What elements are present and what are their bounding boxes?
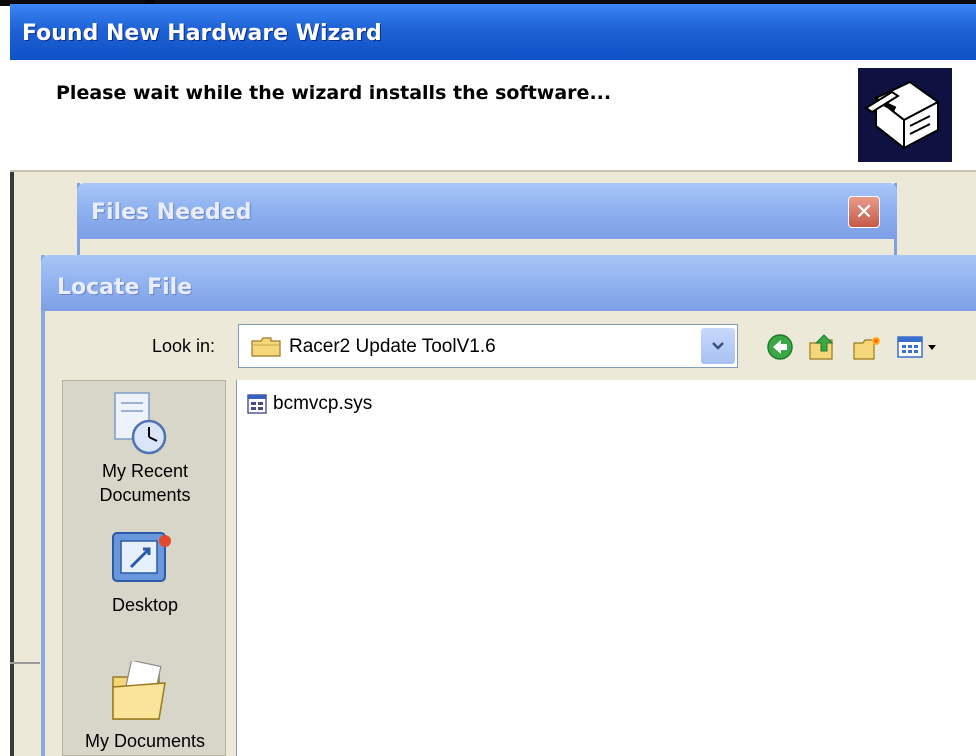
place-label-line2: Documents	[99, 485, 191, 505]
view-menu-button[interactable]	[896, 333, 942, 361]
wizard-title: Found New Hardware Wizard	[10, 4, 976, 60]
places-bar: My Recent Documents Desktop My Documents	[62, 380, 226, 756]
wizard-message: Please wait while the wizard installs th…	[56, 82, 612, 104]
desktop-place[interactable]: Desktop	[63, 593, 227, 617]
close-button[interactable]: ✕	[848, 196, 880, 228]
recent-documents-icon	[107, 391, 177, 459]
place-label-line1: My Recent	[101, 461, 189, 481]
locate-file-title: Locate File	[41, 255, 976, 311]
up-folder-icon	[809, 334, 834, 360]
file-name: bcmvcp.sys	[273, 393, 373, 414]
my-recent-documents-place[interactable]: My Recent Documents	[63, 459, 227, 507]
back-button[interactable]	[766, 333, 796, 361]
wizard-header: Please wait while the wizard installs th…	[10, 60, 976, 172]
look-in-value: Racer2 Update ToolV1.6	[289, 336, 496, 357]
close-icon: ✕	[854, 199, 874, 225]
back-icon	[767, 334, 793, 360]
up-folder-button[interactable]	[808, 333, 838, 361]
system-file-icon	[247, 394, 267, 414]
dropdown-arrow-button[interactable]	[701, 328, 735, 364]
chevron-down-icon	[712, 342, 724, 350]
place-label-line1: Desktop	[111, 595, 179, 615]
my-documents-icon	[109, 659, 175, 727]
list-item[interactable]: bcmvcp.sys	[247, 392, 372, 416]
new-folder-icon	[853, 337, 880, 360]
new-folder-button[interactable]	[852, 333, 882, 361]
files-needed-title: Files Needed	[77, 183, 897, 239]
my-documents-place[interactable]: My Documents	[63, 729, 227, 753]
desktop-icon	[109, 527, 175, 591]
hardware-install-icon	[858, 68, 952, 162]
look-in-label: Look in:	[152, 336, 216, 356]
file-list[interactable]: bcmvcp.sys	[236, 380, 976, 756]
folder-icon	[251, 337, 281, 357]
look-in-dropdown[interactable]: Racer2 Update ToolV1.6	[238, 324, 738, 368]
place-label-line1: My Documents	[84, 731, 206, 751]
view-menu-icon	[897, 336, 936, 358]
